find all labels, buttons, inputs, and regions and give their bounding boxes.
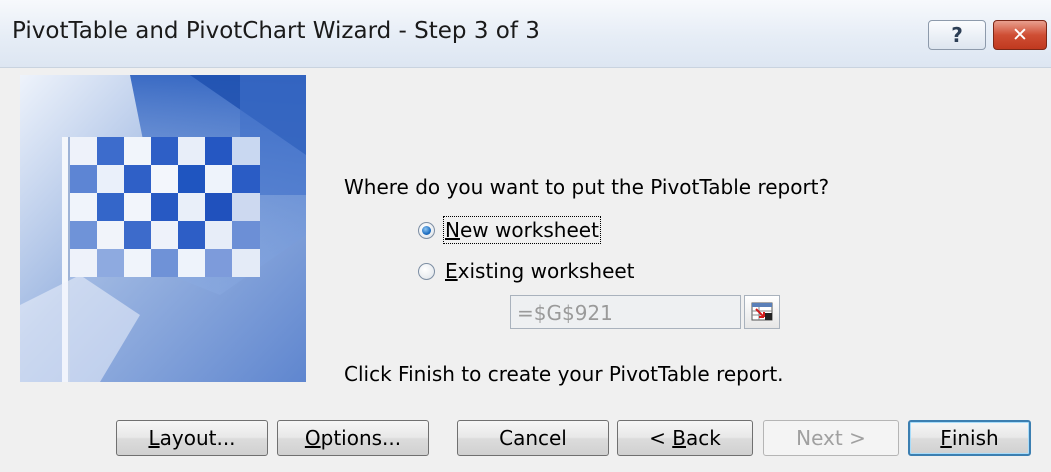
option-new-worksheet[interactable]: New worksheet bbox=[418, 216, 601, 244]
checkered-flag-icon bbox=[20, 75, 306, 382]
close-button[interactable]: ✕ bbox=[993, 20, 1047, 50]
option-existing-worksheet[interactable]: Existing worksheet bbox=[418, 259, 635, 283]
close-icon: ✕ bbox=[1012, 24, 1028, 46]
help-icon: ? bbox=[951, 23, 963, 47]
title-bar: PivotTable and PivotChart Wizard - Step … bbox=[0, 0, 1051, 68]
option-new-worksheet-label: New worksheet bbox=[443, 216, 601, 244]
cancel-button[interactable]: Cancel bbox=[457, 420, 609, 456]
collapse-dialog-button[interactable] bbox=[744, 295, 780, 329]
question-text: Where do you want to put the PivotTable … bbox=[344, 175, 830, 199]
next-button[interactable]: Next > bbox=[763, 420, 899, 456]
option-existing-worksheet-label: Existing worksheet bbox=[445, 259, 635, 283]
back-button[interactable]: < Back bbox=[617, 420, 753, 456]
options-button[interactable]: Options... bbox=[277, 420, 429, 456]
layout-button[interactable]: Layout... bbox=[116, 420, 268, 456]
hint-text: Click Finish to create your PivotTable r… bbox=[344, 362, 784, 386]
radio-existing-worksheet[interactable] bbox=[418, 262, 435, 280]
reference-input[interactable]: =$G$921 bbox=[510, 295, 741, 329]
finish-button[interactable]: Finish bbox=[908, 420, 1031, 456]
help-button[interactable]: ? bbox=[928, 20, 986, 50]
radio-new-worksheet[interactable] bbox=[418, 221, 435, 239]
window-title: PivotTable and PivotChart Wizard - Step … bbox=[12, 18, 540, 44]
collapse-dialog-icon bbox=[751, 302, 773, 321]
